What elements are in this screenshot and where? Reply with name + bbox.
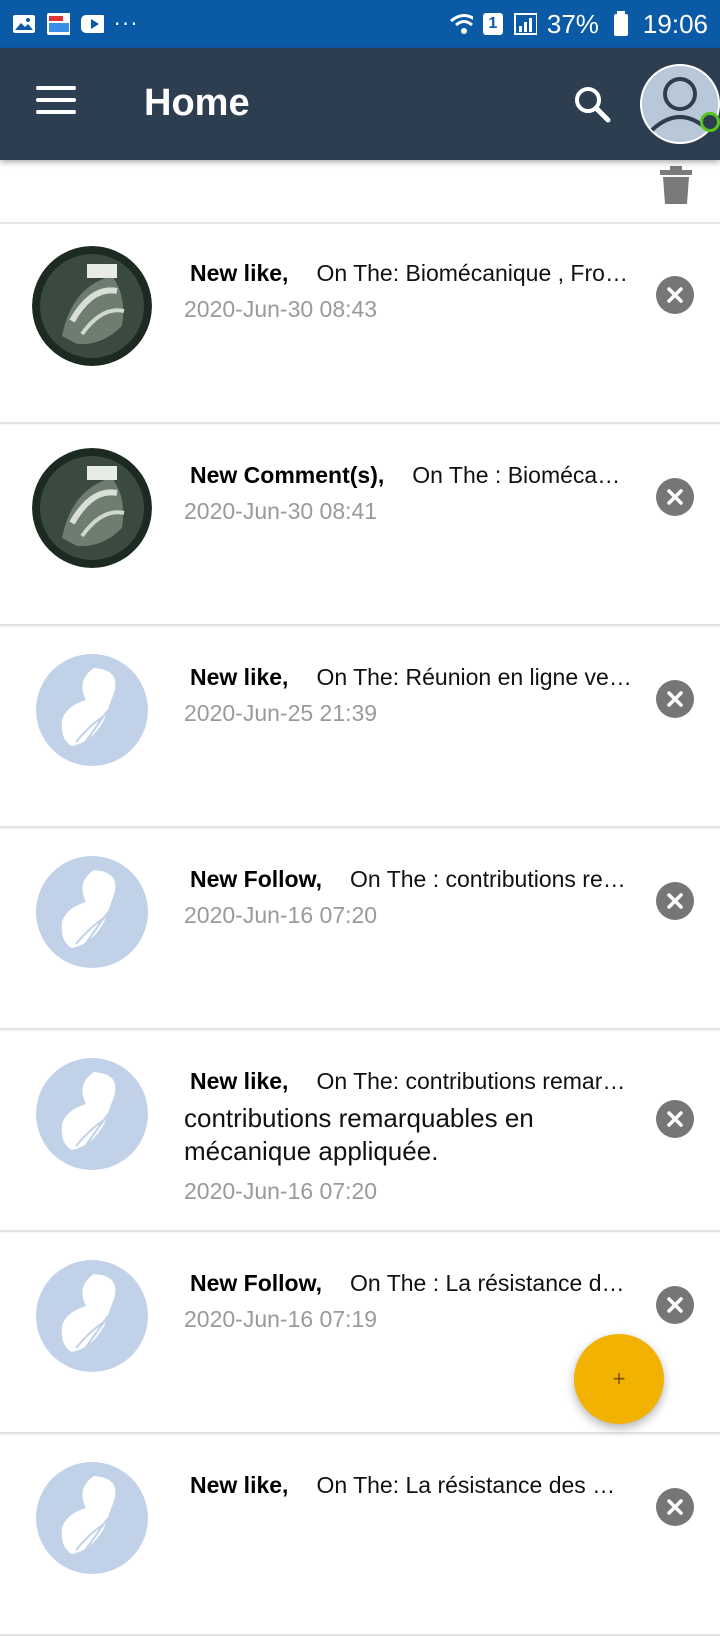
notification-text: On The: contributions remarquables xyxy=(316,1068,632,1094)
dismiss-icon[interactable] xyxy=(656,1100,694,1138)
notification-timestamp: 2020-Jun-16 07:20 xyxy=(184,1178,378,1204)
notification-text: On The : Biomécanique , From nature xyxy=(412,462,632,488)
app-icon xyxy=(46,12,70,36)
list-item[interactable]: New Comment(s), On The : Biomécanique , F… xyxy=(0,426,720,626)
notification-type: New Follow, xyxy=(190,1270,323,1296)
list-item[interactable]: New Follow, On The : contributions remarq… xyxy=(0,830,720,1030)
avatar xyxy=(32,1256,152,1376)
notification-text: On The : contributions remarquables xyxy=(350,866,632,892)
notification-type: New like, xyxy=(190,260,289,286)
wifi-icon xyxy=(449,12,473,36)
avatar xyxy=(32,246,152,366)
clock: 19:06 xyxy=(642,8,708,39)
notification-text: On The: La résistance des matériaux xyxy=(316,1472,632,1498)
notification-type: New like, xyxy=(190,1472,289,1498)
avatar xyxy=(32,1458,152,1578)
notification-body: contributions remarquables en mécanique … xyxy=(184,1103,534,1166)
page-title: Home xyxy=(144,82,250,124)
dismiss-icon[interactable] xyxy=(656,276,694,314)
dismiss-icon[interactable] xyxy=(656,478,694,516)
app-bar: Home xyxy=(0,48,720,160)
avatar xyxy=(32,852,152,972)
notification-type: New like, xyxy=(190,1068,289,1094)
more-notifications-indicator: ··· xyxy=(114,12,140,36)
notification-text: On The: Biomécanique , From nature to me… xyxy=(316,260,632,286)
trash-icon[interactable] xyxy=(658,166,694,210)
notification-timestamp: 2020-Jun-30 08:41 xyxy=(184,498,378,524)
notification-type: New like, xyxy=(190,664,289,690)
list-item[interactable]: New like, On The: contributions remarquab… xyxy=(0,1032,720,1232)
online-status-icon xyxy=(700,112,720,132)
notification-text: On The : La résistance des matériaux xyxy=(350,1270,632,1296)
notification-type: New Comment(s), xyxy=(190,462,385,488)
menu-icon[interactable] xyxy=(36,86,76,118)
notification-list: New like, On The: Biomécanique , From nat… xyxy=(0,224,720,1636)
dismiss-icon[interactable] xyxy=(656,680,694,718)
signal-icon xyxy=(513,12,537,36)
notification-type: New Follow, xyxy=(190,866,323,892)
dismiss-icon[interactable] xyxy=(656,1286,694,1324)
sim-badge: 1 xyxy=(482,13,503,35)
profile-icon[interactable] xyxy=(640,64,720,144)
gallery-icon xyxy=(12,12,36,36)
notification-timestamp: 2020-Jun-16 07:19 xyxy=(184,1306,378,1332)
search-icon[interactable] xyxy=(572,84,612,124)
status-bar: ··· 1 37% 19:06 xyxy=(0,0,720,48)
add-button[interactable]: + xyxy=(574,1334,664,1424)
avatar xyxy=(32,650,152,770)
dismiss-icon[interactable] xyxy=(656,882,694,920)
actions-row xyxy=(0,160,720,224)
avatar xyxy=(32,448,152,568)
dismiss-icon[interactable] xyxy=(656,1488,694,1526)
notification-timestamp: 2020-Jun-25 21:39 xyxy=(184,700,378,726)
notification-timestamp: 2020-Jun-16 07:20 xyxy=(184,902,378,928)
list-item[interactable]: New like, On The: Réunion en ligne vendre… xyxy=(0,628,720,828)
battery-icon xyxy=(609,11,633,36)
list-item[interactable]: New like, On The: Biomécanique , From nat… xyxy=(0,224,720,424)
battery-percentage: 37% xyxy=(546,8,599,39)
youtube-icon xyxy=(80,12,104,36)
notification-text: On The: Réunion en ligne vendredi 26 jui… xyxy=(316,664,632,690)
notification-timestamp: 2020-Jun-30 08:43 xyxy=(184,296,378,322)
list-item[interactable]: New like, On The: La résistance des matér… xyxy=(0,1436,720,1636)
avatar xyxy=(32,1054,152,1174)
